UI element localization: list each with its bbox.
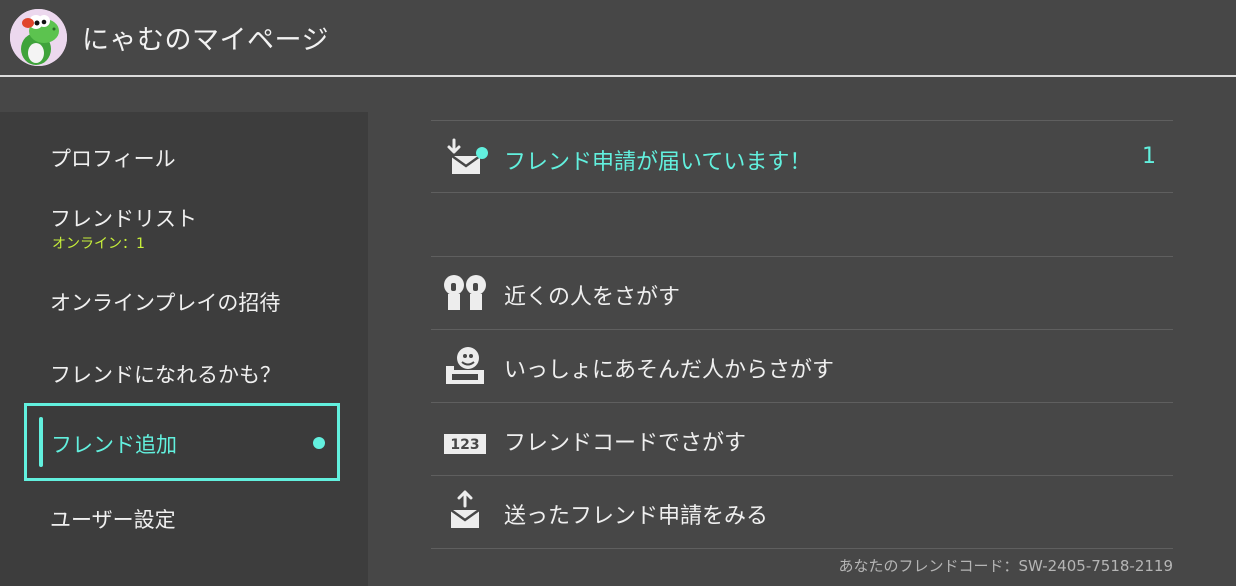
friend-code: あなたのフレンドコード：SW-2405-7518-2119 (838, 557, 1173, 575)
divider (431, 548, 1173, 549)
divider (431, 120, 1173, 121)
divider (431, 329, 1173, 330)
search-friend-code-label: フレンドコードでさがす (504, 431, 747, 456)
yoshi-avatar-icon (10, 9, 67, 66)
divider (431, 256, 1173, 257)
notification-dot (313, 437, 325, 449)
sidebar-item-profile[interactable]: プロフィール (50, 143, 176, 173)
sidebar-item-friend-list[interactable]: フレンドリスト (50, 203, 197, 233)
header-divider (0, 75, 1236, 77)
friend-request-count: 1 (1142, 144, 1156, 169)
sidebar-item-suggested-friends[interactable]: フレンドになれるかも？ (50, 359, 281, 389)
selection-indicator (39, 417, 43, 467)
number-123-icon: 123 (444, 434, 486, 454)
sidebar-item-label: フレンド追加 (51, 433, 177, 457)
inbox-download-icon (447, 138, 488, 174)
search-played-with-label: いっしょにあそんだ人からさがす (504, 358, 835, 383)
sent-requests-label: 送ったフレンド申請をみる (504, 504, 769, 529)
avatar[interactable] (10, 9, 67, 66)
friend-request-label: フレンド申請が届いています！ (504, 150, 812, 175)
page-title: にゃむのマイページ (82, 25, 329, 56)
sidebar-item-add-friend[interactable]: フレンド追加 (24, 403, 340, 481)
divider (431, 192, 1173, 193)
sidebar-item-online-invites[interactable]: オンラインプレイの招待 (50, 287, 280, 317)
divider (431, 475, 1173, 476)
search-nearby-label: 近くの人をさがす (504, 285, 681, 310)
outbox-upload-icon (450, 490, 480, 528)
header: にゃむのマイページ (0, 0, 1236, 75)
played-with-icon (446, 347, 484, 384)
divider (431, 402, 1173, 403)
svg-text:123: 123 (450, 437, 479, 453)
two-people-icon (444, 275, 486, 310)
sidebar-item-user-settings[interactable]: ユーザー設定 (50, 504, 176, 534)
online-count: オンライン：1 (52, 236, 145, 252)
sidebar: プロフィール フレンドリスト オンライン：1 オンラインプレイの招待 フレンドに… (0, 112, 368, 586)
